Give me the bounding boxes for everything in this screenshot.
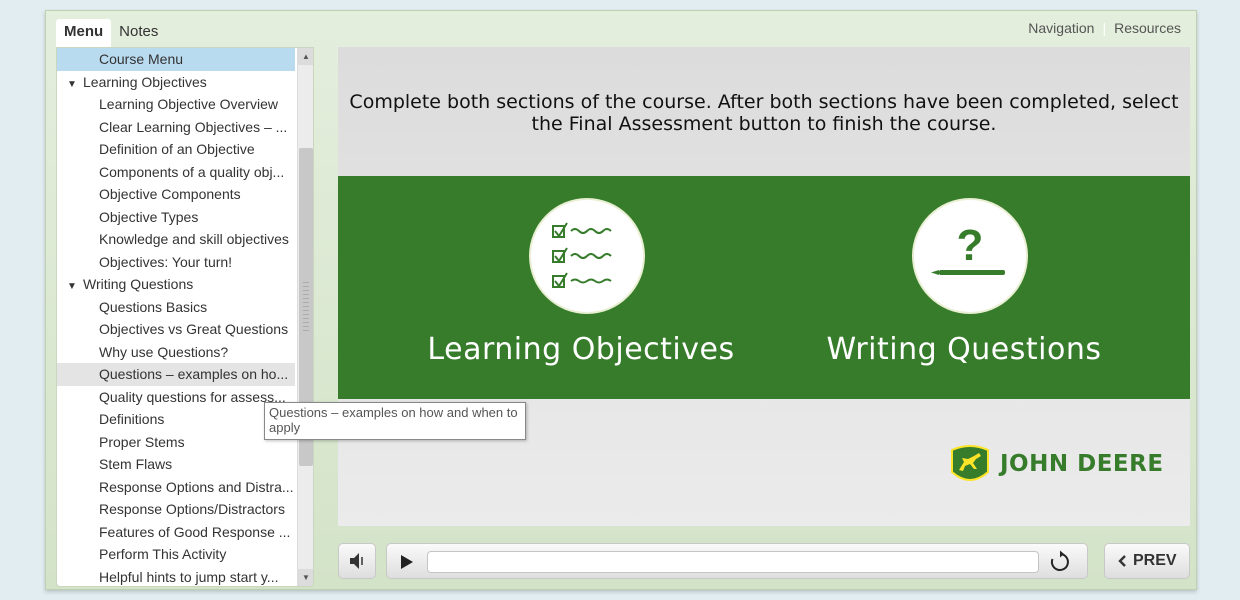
menu-item[interactable]: Proper Stems [57,431,295,454]
expand-triangle-icon[interactable]: ▼ [67,276,83,296]
menu-item[interactable]: Response Options/Distractors [57,498,295,521]
link-divider: | [1102,20,1107,36]
menu-item-label: Questions Basics [99,298,208,315]
replay-icon [1050,550,1069,571]
menu-item-label: Clear Learning Objectives – ... [99,118,288,135]
learning-objectives-button[interactable]: Learning Objectives [368,176,794,399]
play-icon [401,555,413,569]
menu-item[interactable]: Knowledge and skill objectives [57,228,295,251]
logo-text: JOHN DEERE [1000,451,1164,477]
menu-section-header[interactable]: ▼ Learning Objectives [57,71,295,94]
section-band: Learning Objectives ? Writing Questions [338,176,1190,399]
top-links: Navigation | Resources [1028,20,1181,36]
menu-item-label: Course Menu [99,51,184,67]
menu-item[interactable]: Quality questions for assess... [57,386,295,409]
menu-item-label: Objective Types [99,208,199,225]
volume-button[interactable] [338,543,376,579]
speaker-icon [350,553,363,569]
progress-track[interactable] [427,551,1039,573]
slide-content: Complete both sections of the course. Af… [338,47,1190,526]
menu-item-label: Response Options/Distractors [99,501,285,517]
menu-item[interactable]: Components of a quality obj... [57,161,295,184]
menu-item-label: Learning Objectives [83,73,207,90]
menu-item[interactable]: Course Menu [57,48,295,71]
menu-item-label: Learning Objective Overview [99,96,278,112]
menu-item-label: Objective Components [99,186,241,202]
menu-item[interactable]: Questions – examples on ho... [57,363,295,386]
course-player: Menu Notes Course Menu ▼ Learning Objectiv… [45,10,1197,590]
menu-item-label: Features of Good Response ... [99,523,291,540]
playback-bar [386,543,1088,579]
menu-item-label: Definitions [99,411,165,427]
menu-item-label: Stem Flaws [99,456,173,472]
menu-item-label: Objectives: Your turn! [99,253,233,270]
menu-item[interactable]: Features of Good Response ... [57,521,295,544]
tab-notes[interactable]: Notes [111,19,166,47]
course-menu-list: Course Menu ▼ Learning Objectives Learning … [57,48,295,587]
menu-item-label: Components of a quality obj... [99,163,285,180]
menu-item[interactable]: Learning Objective Overview [57,93,295,116]
menu-item[interactable]: Perform This Activity [57,543,295,566]
menu-item-label: Quality questions for assess... [99,388,286,405]
menu-item[interactable]: Objective Types [57,206,295,229]
expand-triangle-icon[interactable]: ▼ [67,74,83,94]
scroll-down-icon[interactable]: ▼ [298,569,313,586]
menu-item-label: Helpful hints to jump start y... [99,568,279,585]
chevron-left-icon [1118,555,1126,567]
prev-label: PREV [1133,552,1177,569]
resources-link[interactable]: Resources [1114,20,1181,36]
menu-item[interactable]: Response Options and Distra... [57,476,295,499]
menu-item-label: Response Options and Distra... [99,478,294,495]
scrollbar-grip [303,282,309,332]
menu-item-label: Knowledge and skill objectives [99,231,289,247]
menu-item[interactable]: Questions Basics [57,296,295,319]
checklist-icon [531,200,643,312]
menu-item[interactable]: Clear Learning Objectives – ... [57,116,295,139]
menu-scrollbar[interactable]: ▲ ▼ [297,48,313,586]
menu-item-label: Questions – examples on ho... [99,366,289,382]
navigation-link[interactable]: Navigation [1028,20,1094,36]
menu-item[interactable]: Objectives vs Great Questions [57,318,295,341]
menu-item[interactable]: Stem Flaws [57,453,295,476]
tab-menu[interactable]: Menu [56,19,112,47]
prev-button[interactable]: PREV [1104,543,1190,579]
menu-item-label: Why use Questions? [99,343,229,360]
sidebar-tabs: Menu Notes [56,19,166,47]
writing-questions-button[interactable]: ? Writing Questions [751,176,1177,399]
question-mark-icon: ? [914,200,1026,312]
menu-item-label: Objectives vs Great Questions [99,321,289,337]
menu-item-label: Perform This Activity [99,546,227,562]
menu-section-header[interactable]: ▼ Writing Questions [57,273,295,296]
menu-item-label: Definition of an Objective [99,141,255,157]
john-deere-logo: JOHN DEERE [948,444,1164,484]
menu-item-tooltip: Questions – examples on how and when to … [264,402,526,440]
scroll-up-icon[interactable]: ▲ [298,48,313,65]
menu-item-label: Writing Questions [83,276,194,292]
slide-instructions: Complete both sections of the course. Af… [349,91,1179,135]
learning-objectives-title: Learning Objectives [427,332,735,367]
course-menu-panel: Course Menu ▼ Learning Objectives Learning … [56,47,314,587]
menu-item[interactable]: Why use Questions? [57,341,295,364]
svg-text:?: ? [957,221,984,270]
deer-logo-icon [951,445,989,481]
play-button[interactable] [395,551,417,578]
menu-item[interactable]: Objectives: Your turn! [57,251,295,274]
menu-item[interactable]: Helpful hints to jump start y... [57,566,295,587]
menu-item[interactable]: Objective Components [57,183,295,206]
replay-button[interactable] [1048,550,1072,579]
menu-item-label: Proper Stems [99,433,185,450]
writing-questions-title: Writing Questions [826,332,1102,367]
menu-item[interactable]: Definition of an Objective [57,138,295,161]
menu-item[interactable]: Definitions [57,408,295,431]
